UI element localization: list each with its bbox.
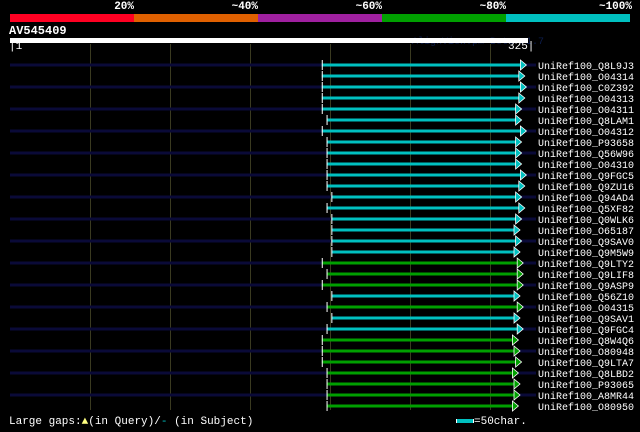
hit-end-arrow-icon <box>513 290 521 302</box>
hit-label[interactable]: UniRef100_Q8L9J3 <box>538 61 634 73</box>
hit-end-arrow-icon <box>520 169 528 181</box>
gap-legend: Large gaps:▲(in Query)/- (in Subject) <box>9 416 253 428</box>
hit-label[interactable]: UniRef100_Q5XF82 <box>538 204 634 216</box>
hit-end-arrow-icon <box>515 356 523 368</box>
hit-end-arrow-icon <box>516 279 524 291</box>
hit-label[interactable]: UniRef100_Q9ASP9 <box>538 281 634 293</box>
hit-label[interactable]: UniRef100_Q9SAV1 <box>538 314 634 326</box>
hit-end-arrow-icon <box>518 92 526 104</box>
hit-end-arrow-icon <box>516 257 524 269</box>
hit-end-arrow-icon <box>515 114 523 126</box>
hit-end-arrow-icon <box>513 224 521 236</box>
hit-label[interactable]: UniRef100_O04312 <box>538 127 634 139</box>
hit-end-arrow-icon <box>515 191 523 203</box>
hit-label[interactable]: UniRef100_Q9LIF8 <box>538 270 634 282</box>
hit-end-arrow-icon <box>515 136 523 148</box>
hit-end-arrow-icon <box>513 246 521 258</box>
hit-label[interactable]: UniRef100_O80950 <box>538 402 634 414</box>
hit-label[interactable]: UniRef100_A8MR44 <box>538 391 634 403</box>
hit-end-arrow-icon <box>520 81 528 93</box>
alignment-graphic: UniRef100_Q8L9J3UniRef100_O04314UniRef10… <box>10 44 634 414</box>
hit-end-arrow-icon <box>516 323 524 335</box>
hit-end-arrow-icon <box>515 213 523 225</box>
hit-end-arrow-icon <box>512 367 520 379</box>
hit-label[interactable]: UniRef100_P93065 <box>538 380 634 392</box>
query-gap-label: (in Query)/ <box>88 416 161 428</box>
hit-label[interactable]: UniRef100_O04313 <box>538 94 634 106</box>
hit-label[interactable]: UniRef100_Q0WLK6 <box>538 215 634 227</box>
hit-label[interactable]: UniRef100_Q9M5W9 <box>538 248 634 260</box>
hit-label[interactable]: UniRef100_C0Z392 <box>538 83 634 95</box>
hit-label[interactable]: UniRef100_Q9LTY2 <box>538 259 634 271</box>
subject-gap-label: (in Subject) <box>174 416 254 428</box>
hit-label[interactable]: UniRef100_Q9LTA7 <box>538 358 634 370</box>
scale-label: =50char. <box>474 416 527 428</box>
hit-end-arrow-icon <box>516 268 524 280</box>
hit-label[interactable]: UniRef100_Q8W4Q6 <box>538 336 634 348</box>
scale-legend: =50char. <box>456 416 527 428</box>
hit-end-arrow-icon <box>515 235 523 247</box>
hit-label[interactable]: UniRef100_Q9FGC5 <box>538 171 634 183</box>
hit-label[interactable]: UniRef100_O65187 <box>538 226 634 238</box>
hit-label[interactable]: UniRef100_Q9ZU16 <box>538 182 634 194</box>
hit-end-arrow-icon <box>513 378 521 390</box>
hit-end-arrow-icon <box>513 312 521 324</box>
hit-label[interactable]: UniRef100_O80948 <box>538 347 634 359</box>
hit-label[interactable]: UniRef100_O04315 <box>538 303 634 315</box>
hit-end-arrow-icon <box>512 334 520 346</box>
hit-end-arrow-icon <box>515 103 523 115</box>
hit-label[interactable]: UniRef100_O04314 <box>538 72 634 84</box>
hit-end-arrow-icon <box>516 301 524 313</box>
hit-end-arrow-icon <box>518 180 526 192</box>
hit-label[interactable]: UniRef100_O04311 <box>538 105 634 117</box>
hit-label[interactable]: UniRef100_Q8LAM1 <box>538 116 634 128</box>
hit-end-arrow-icon <box>518 202 526 214</box>
hit-label[interactable]: UniRef100_Q8LBD2 <box>538 369 634 381</box>
hit-end-arrow-icon <box>512 400 520 412</box>
hit-end-arrow-icon <box>513 389 521 401</box>
hit-label[interactable]: UniRef100_O04310 <box>538 160 634 172</box>
hit-end-arrow-icon <box>520 59 528 71</box>
hit-end-arrow-icon <box>515 158 523 170</box>
hit-end-arrow-icon <box>513 345 521 357</box>
scale-bar-icon <box>456 419 474 424</box>
hit-end-arrow-icon <box>520 125 528 137</box>
hit-label[interactable]: UniRef100_Q9FGC4 <box>538 325 634 337</box>
hit-label[interactable]: UniRef100_Q56Z10 <box>538 292 634 304</box>
hit-label[interactable]: UniRef100_P93658 <box>538 138 634 150</box>
subject-gap-icon: - <box>160 416 168 428</box>
hit-label[interactable]: UniRef100_Q56W96 <box>538 149 634 161</box>
hit-label[interactable]: UniRef100_Q94AD4 <box>538 193 634 205</box>
gap-legend-label: Large gaps: <box>9 416 82 428</box>
hit-label[interactable]: UniRef100_Q9SAV0 <box>538 237 634 249</box>
hit-end-arrow-icon <box>515 147 523 159</box>
hit-end-arrow-icon <box>518 70 526 82</box>
